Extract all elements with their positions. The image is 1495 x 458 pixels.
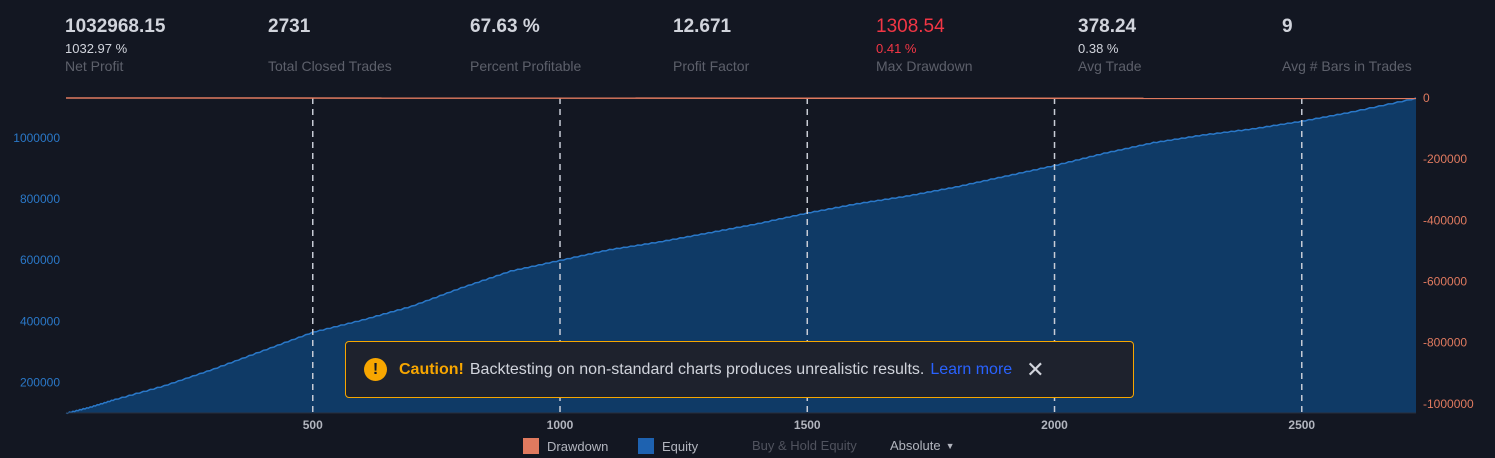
stat-label: Percent Profitable [470, 58, 582, 74]
x-tick-label: 1500 [794, 418, 821, 432]
x-tick-label: 1000 [547, 418, 574, 432]
chevron-down-icon: ▼ [945, 440, 955, 451]
stat-percent: 1032.97 % [65, 41, 128, 56]
caution-toast: ! Caution! Backtesting on non-standard c… [345, 341, 1134, 398]
stat-value: 1032968.15 [65, 16, 166, 37]
x-tick-label: 500 [303, 418, 323, 432]
caution-title: Caution! [399, 360, 464, 378]
learn-more-link[interactable]: Learn more [930, 361, 1012, 379]
stat-label: Max Drawdown [876, 58, 973, 74]
absolute-mode-select[interactable]: Absolute ▼ [890, 438, 955, 453]
stat-value: 9 [1282, 16, 1293, 37]
stat-percent: 0.41 % [876, 41, 917, 56]
y-left-tick-label: 600000 [20, 253, 60, 267]
stat-value: 12.671 [673, 16, 732, 37]
stat-percent [470, 40, 581, 57]
legend-buy-hold-label: Buy & Hold Equity [752, 438, 857, 453]
stat-label: Net Profit [65, 58, 124, 74]
y-left-tick-label: 200000 [20, 375, 60, 389]
stat-percent [1282, 40, 1412, 57]
y-right-tick-label: 0 [1423, 91, 1430, 105]
stat-avg-trade: 378.24 0.38 % Avg Trade [1078, 14, 1142, 75]
absolute-mode-label: Absolute [890, 438, 941, 453]
legend-drawdown-label: Drawdown [547, 438, 609, 454]
stat-profit-factor: 12.671 Profit Factor [673, 14, 749, 75]
caution-message: Backtesting on non-standard charts produ… [469, 360, 925, 378]
y-right-tick-label: -200000 [1423, 152, 1467, 166]
performance-summary: 1032968.15 1032.97 % Net Profit 2731 Tot… [0, 0, 1495, 95]
stat-max-drawdown: 1308.54 0.41 % Max Drawdown [876, 14, 972, 75]
x-tick-label: 2500 [1288, 418, 1315, 432]
y-right-tick-label: -400000 [1423, 213, 1467, 227]
close-icon[interactable]: ✕ [1026, 358, 1044, 381]
stat-value: 378.24 [1078, 16, 1137, 37]
stat-value: 2731 [268, 16, 311, 37]
stat-net-profit: 1032968.15 1032.97 % Net Profit [65, 14, 165, 75]
stat-percent-profitable: 67.63 % Percent Profitable [470, 14, 581, 75]
stat-value: 1308.54 [876, 16, 945, 37]
y-right-tick-label: -800000 [1423, 336, 1467, 350]
legend-equity-label: Equity [662, 438, 699, 454]
legend-drawdown[interactable]: Drawdown [523, 438, 608, 454]
stat-avg-bars-in-trades: 9 Avg # Bars in Trades [1282, 14, 1412, 75]
y-right-tick-label: -600000 [1423, 274, 1467, 288]
stat-label: Avg Trade [1078, 58, 1142, 74]
legend-buy-hold[interactable]: Buy & Hold Equity [752, 438, 857, 453]
stat-value: 67.63 % [470, 16, 540, 37]
strategy-report-panel: 1032968.15 1032.97 % Net Profit 2731 Tot… [0, 0, 1495, 458]
stat-percent [268, 40, 392, 57]
stat-label: Avg # Bars in Trades [1282, 58, 1412, 74]
y-left-tick-label: 1000000 [13, 131, 60, 145]
y-left-tick-label: 400000 [20, 314, 60, 328]
chart-legend: Drawdown Equity Buy & Hold Equity Absolu… [0, 436, 1495, 458]
legend-equity[interactable]: Equity [638, 438, 698, 454]
x-tick-label: 2000 [1041, 418, 1068, 432]
y-right-tick-label: -1000000 [1423, 397, 1474, 411]
stat-total-closed-trades: 2731 Total Closed Trades [268, 14, 392, 75]
equity-swatch [638, 438, 654, 454]
stat-label: Profit Factor [673, 58, 750, 74]
y-left-tick-label: 800000 [20, 192, 60, 206]
stat-percent [673, 40, 749, 57]
warning-icon: ! [364, 358, 387, 381]
drawdown-swatch [523, 438, 539, 454]
stat-label: Total Closed Trades [268, 58, 392, 74]
stat-percent: 0.38 % [1078, 41, 1119, 56]
